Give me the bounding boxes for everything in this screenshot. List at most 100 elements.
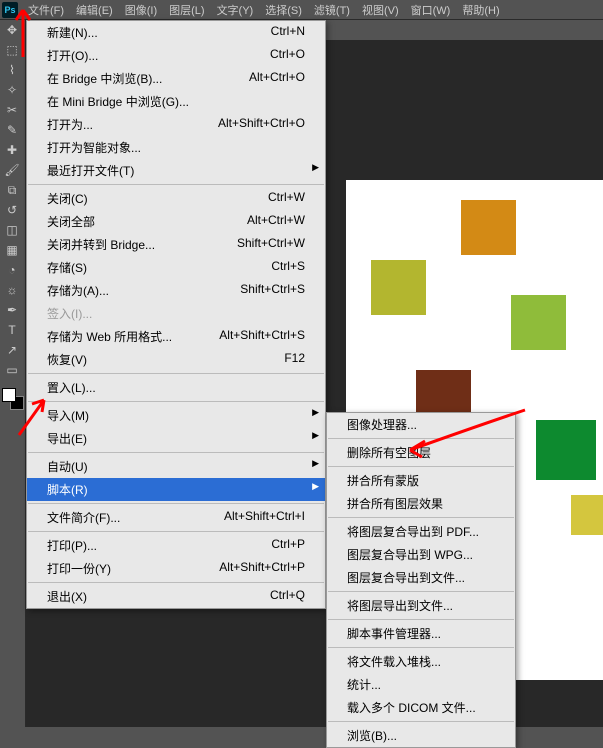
submenu-item[interactable]: 统计...: [327, 673, 515, 696]
menu-item[interactable]: 最近打开文件(T)▶: [27, 159, 325, 182]
submenu-item[interactable]: 拼合所有蒙版: [327, 469, 515, 492]
submenu-item[interactable]: 将图层复合导出到 PDF...: [327, 520, 515, 543]
menu-item-label: 在 Mini Bridge 中浏览(G)...: [47, 93, 189, 110]
submenu-item[interactable]: 脚本事件管理器...: [327, 622, 515, 645]
menu-item[interactable]: 关闭全部Alt+Ctrl+W: [27, 210, 325, 233]
menu-item-label: 在 Bridge 中浏览(B)...: [47, 70, 162, 87]
menu-item[interactable]: 打开为智能对象...: [27, 136, 325, 159]
menu-item[interactable]: 恢复(V)F12: [27, 348, 325, 371]
menu-item[interactable]: 在 Mini Bridge 中浏览(G)...: [27, 90, 325, 113]
app-logo: Ps: [2, 2, 18, 18]
foreground-color-icon[interactable]: [2, 388, 16, 402]
menu-item[interactable]: 打开为... Alt+Shift+Ctrl+O: [27, 113, 325, 136]
menu-select[interactable]: 选择(S): [259, 0, 308, 20]
canvas-shape[interactable]: [461, 200, 516, 255]
menu-item[interactable]: 文件简介(F)...Alt+Shift+Ctrl+I: [27, 506, 325, 529]
menu-edit[interactable]: 编辑(E): [70, 0, 119, 20]
submenu-item[interactable]: 图层复合导出到 WPG...: [327, 543, 515, 566]
move-tool-icon[interactable]: ✥: [0, 20, 24, 40]
submenu-item[interactable]: 将文件载入堆栈...: [327, 650, 515, 673]
menu-separator: [328, 591, 514, 592]
menu-item-label: 打开(O)...: [47, 47, 98, 64]
submenu-item[interactable]: 拼合所有图层效果: [327, 492, 515, 515]
menu-type[interactable]: 文字(Y): [211, 0, 260, 20]
eyedropper-tool-icon[interactable]: ✎: [0, 120, 24, 140]
menu-help[interactable]: 帮助(H): [456, 0, 505, 20]
menu-item[interactable]: 存储为 Web 所用格式...Alt+Shift+Ctrl+S: [27, 325, 325, 348]
menu-item[interactable]: 存储为(A)...Shift+Ctrl+S: [27, 279, 325, 302]
submenu-item-label: 浏览(B)...: [347, 727, 397, 744]
menu-separator: [28, 184, 324, 185]
menu-item[interactable]: 存储(S)Ctrl+S: [27, 256, 325, 279]
brush-tool-icon[interactable]: 🖌: [0, 160, 24, 180]
menu-item-label: 存储为 Web 所用格式...: [47, 328, 172, 345]
menu-file[interactable]: 文件(F): [22, 0, 70, 20]
blur-tool-icon[interactable]: ◔: [0, 260, 24, 280]
canvas-shape[interactable]: [571, 495, 603, 535]
menu-item[interactable]: 置入(L)...: [27, 376, 325, 399]
canvas-shape[interactable]: [511, 295, 566, 350]
menu-item-label: 打印一份(Y): [47, 560, 111, 577]
submenu-item[interactable]: 图像处理器...: [327, 413, 515, 436]
submenu-item-label: 脚本事件管理器...: [347, 625, 441, 642]
shape-tool-icon[interactable]: ▭: [0, 360, 24, 380]
submenu-item[interactable]: 图层复合导出到文件...: [327, 566, 515, 589]
menu-item-label: 文件简介(F)...: [47, 509, 120, 526]
menu-item[interactable]: 自动(U)▶: [27, 455, 325, 478]
menu-filter[interactable]: 滤镜(T): [308, 0, 356, 20]
history-brush-icon[interactable]: ↺: [0, 200, 24, 220]
menu-item-shortcut: Ctrl+P: [271, 537, 305, 554]
heal-tool-icon[interactable]: ✚: [0, 140, 24, 160]
menubar: Ps 文件(F) 编辑(E) 图像(I) 图层(L) 文字(Y) 选择(S) 滤…: [0, 0, 603, 20]
menu-item[interactable]: 打开(O)... Ctrl+O: [27, 44, 325, 67]
menu-item[interactable]: 脚本(R)▶: [27, 478, 325, 501]
canvas-shape[interactable]: [371, 260, 426, 315]
file-menu-dropdown: 新建(N)...Ctrl+N 打开(O)... Ctrl+O 在 Bridge 中浏览…: [26, 20, 326, 609]
type-tool-icon[interactable]: T: [0, 320, 24, 340]
menu-item-label: 签入(I)...: [47, 305, 92, 322]
menu-separator: [28, 582, 324, 583]
eraser-tool-icon[interactable]: ◫: [0, 220, 24, 240]
menu-item[interactable]: 新建(N)...Ctrl+N: [27, 21, 325, 44]
menu-item-label: 导出(E): [47, 430, 87, 447]
menu-item[interactable]: 导出(E) ▶: [27, 427, 325, 450]
menu-layer[interactable]: 图层(L): [163, 0, 210, 20]
crop-tool-icon[interactable]: ✂: [0, 100, 24, 120]
dodge-tool-icon[interactable]: ☼: [0, 280, 24, 300]
menu-separator: [328, 517, 514, 518]
menu-item-shortcut: Ctrl+O: [270, 47, 305, 64]
lasso-tool-icon[interactable]: ⌇: [0, 60, 24, 80]
color-swatch[interactable]: [2, 388, 24, 410]
submenu-item[interactable]: 浏览(B)...: [327, 724, 515, 747]
menu-item[interactable]: 导入(M)▶: [27, 404, 325, 427]
path-tool-icon[interactable]: ↗: [0, 340, 24, 360]
submenu-item[interactable]: 将图层导出到文件...: [327, 594, 515, 617]
menu-window[interactable]: 窗口(W): [405, 0, 457, 20]
menu-item[interactable]: 退出(X)Ctrl+Q: [27, 585, 325, 608]
menu-item-label: 关闭全部: [47, 213, 95, 230]
submenu-item[interactable]: 删除所有空图层: [327, 441, 515, 464]
submenu-item-label: 载入多个 DICOM 文件...: [347, 699, 476, 716]
chevron-right-icon: ▶: [312, 430, 319, 441]
marquee-tool-icon[interactable]: ⬚: [0, 40, 24, 60]
menu-view[interactable]: 视图(V): [356, 0, 405, 20]
submenu-item[interactable]: 载入多个 DICOM 文件...: [327, 696, 515, 719]
menu-item[interactable]: 打印一份(Y)Alt+Shift+Ctrl+P: [27, 557, 325, 580]
chevron-right-icon: ▶: [312, 162, 319, 173]
menu-separator: [328, 647, 514, 648]
canvas-shape[interactable]: [536, 420, 596, 480]
menu-separator: [28, 503, 324, 504]
submenu-item-label: 拼合所有蒙版: [347, 472, 419, 489]
menu-item[interactable]: 关闭并转到 Bridge...Shift+Ctrl+W: [27, 233, 325, 256]
stamp-tool-icon[interactable]: ⧉: [0, 180, 24, 200]
menu-item[interactable]: 打印(P)...Ctrl+P: [27, 534, 325, 557]
pen-tool-icon[interactable]: ✒: [0, 300, 24, 320]
menu-item-label: 打开为...: [47, 116, 93, 133]
chevron-right-icon: ▶: [312, 458, 319, 469]
menu-item[interactable]: 关闭(C)Ctrl+W: [27, 187, 325, 210]
wand-tool-icon[interactable]: ✧: [0, 80, 24, 100]
menu-image[interactable]: 图像(I): [119, 0, 163, 20]
menu-item-shortcut: Alt+Shift+Ctrl+O: [218, 116, 305, 133]
menu-item[interactable]: 在 Bridge 中浏览(B)...Alt+Ctrl+O: [27, 67, 325, 90]
gradient-tool-icon[interactable]: ▦: [0, 240, 24, 260]
